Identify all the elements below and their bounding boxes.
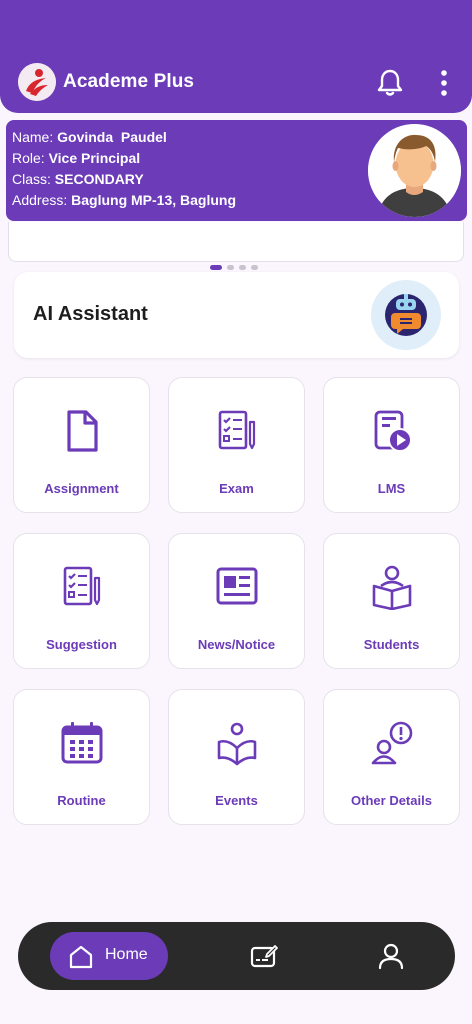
tile-label: Students (363, 637, 420, 652)
events-book-icon (217, 722, 257, 766)
app-title: Academe Plus (63, 71, 195, 92)
nav-dashboard-edit-icon[interactable] (250, 942, 278, 970)
profile-role: Vice Principal (48, 150, 141, 166)
suggestion-checklist-icon (63, 566, 101, 606)
carousel-indicator (210, 265, 258, 271)
tile-routine[interactable]: Routine (13, 689, 150, 825)
carousel-dot[interactable] (210, 265, 222, 270)
profile-class: SECONDARY (54, 171, 144, 187)
person-info-icon (371, 721, 413, 765)
lms-play-icon (374, 410, 412, 452)
profile-role-row: Role: Vice Principal (12, 150, 140, 166)
nav-profile-icon[interactable] (377, 942, 405, 970)
app-header: Academe Plus (0, 0, 472, 113)
document-icon (67, 410, 98, 452)
tile-assignment[interactable]: Assignment (13, 377, 150, 513)
carousel-dot[interactable] (239, 265, 246, 270)
newspaper-icon (216, 567, 258, 605)
notification-bell-icon[interactable] (377, 68, 403, 96)
profile-name-row: Name: Govinda Paudel (12, 129, 167, 145)
profile-class-row: Class: SECONDARY (12, 171, 144, 187)
exam-checklist-icon (218, 410, 256, 450)
tile-suggestion[interactable]: Suggestion (13, 533, 150, 669)
nav-home-button[interactable]: Home (50, 932, 168, 980)
profile-address-row: Address: Baglung MP-13, Baglung (12, 192, 236, 208)
tile-events[interactable]: Events (168, 689, 305, 825)
ai-bot-icon (371, 280, 441, 350)
profile-card[interactable]: Name: Govinda Paudel Role: Vice Principa… (6, 120, 467, 221)
profile-name: Govinda Paudel (57, 129, 167, 145)
carousel-dot[interactable] (251, 265, 258, 270)
tile-label: LMS (377, 481, 406, 496)
tile-label: Suggestion (46, 637, 117, 652)
app-logo (18, 63, 56, 101)
tile-lms[interactable]: LMS (323, 377, 460, 513)
class-label: Class: (12, 171, 55, 187)
calendar-icon (61, 722, 103, 764)
tile-other-details[interactable]: Other Details (323, 689, 460, 825)
tile-label: Events (215, 793, 258, 808)
carousel-dot[interactable] (227, 265, 234, 270)
more-options-icon[interactable] (432, 69, 456, 97)
tile-label: News/Notice (197, 637, 276, 652)
ai-assistant-card[interactable]: AI Assistant (14, 272, 459, 358)
name-label: Name: (12, 129, 58, 145)
address-label: Address: (12, 192, 72, 208)
tile-label: Assignment (44, 481, 119, 496)
home-icon (69, 945, 93, 969)
tile-news-notice[interactable]: News/Notice (168, 533, 305, 669)
avatar (368, 124, 461, 217)
role-label: Role: (12, 150, 49, 166)
profile-address: Baglung MP-13, Baglung (71, 192, 237, 208)
ai-assistant-title: AI Assistant (33, 303, 148, 325)
tile-label: Other Details (351, 793, 432, 808)
tile-exam[interactable]: Exam (168, 377, 305, 513)
tile-students[interactable]: Students (323, 533, 460, 669)
carousel-card-base (8, 222, 464, 262)
student-reading-icon (372, 565, 412, 610)
nav-home-label: Home (105, 946, 148, 963)
tile-label: Routine (57, 793, 106, 808)
tile-label: Exam (219, 481, 254, 496)
bottom-navigation: Home (18, 922, 455, 990)
